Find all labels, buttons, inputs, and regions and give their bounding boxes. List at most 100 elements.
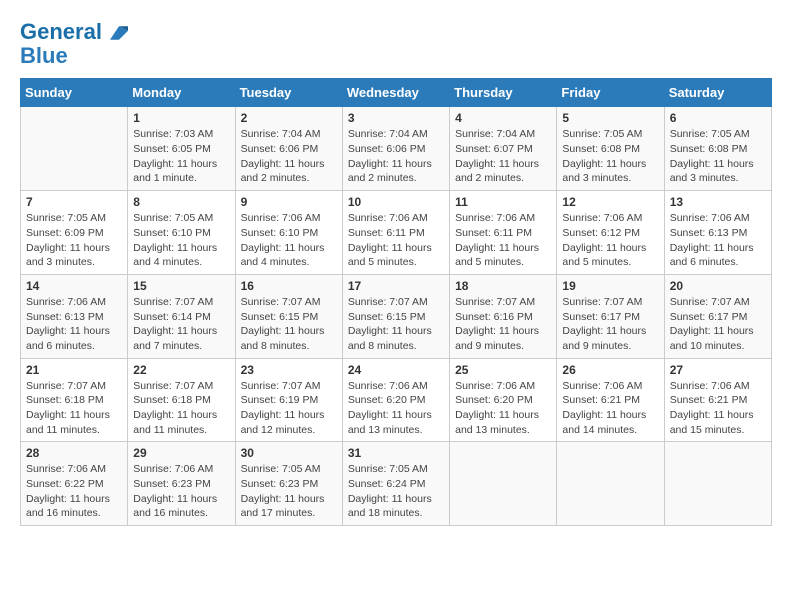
day-number: 14 <box>26 279 122 293</box>
calendar-cell: 11 Sunrise: 7:06 AMSunset: 6:11 PMDayligh… <box>450 191 557 275</box>
calendar-cell: 3 Sunrise: 7:04 AMSunset: 6:06 PMDaylight… <box>342 107 449 191</box>
calendar-cell: 31Sunrise: 7:05 AMSunset: 6:24 PMDayligh… <box>342 442 449 526</box>
logo-general: General <box>20 19 102 44</box>
day-detail: Sunrise: 7:07 AMSunset: 6:18 PMDaylight:… <box>133 379 229 438</box>
day-number: 28 <box>26 446 122 460</box>
day-number: 6 <box>670 111 766 125</box>
calendar-cell: 20 Sunrise: 7:07 AMSunset: 6:17 PMDayligh… <box>664 274 771 358</box>
calendar-cell <box>664 442 771 526</box>
day-number: 3 <box>348 111 444 125</box>
day-number: 10 <box>348 195 444 209</box>
header-day-sunday: Sunday <box>21 79 128 107</box>
logo-text: General <box>20 20 128 44</box>
day-detail: Sunrise: 7:06 AMSunset: 6:11 PMDaylight:… <box>348 211 444 270</box>
calendar-cell: 19 Sunrise: 7:07 AMSunset: 6:17 PMDayligh… <box>557 274 664 358</box>
day-number: 13 <box>670 195 766 209</box>
calendar-cell: 13 Sunrise: 7:06 AMSunset: 6:13 PMDayligh… <box>664 191 771 275</box>
day-number: 11 <box>455 195 551 209</box>
day-detail: Sunrise: 7:06 AMSunset: 6:13 PMDaylight:… <box>670 211 766 270</box>
day-detail: Sunrise: 7:06 AMSunset: 6:10 PMDaylight:… <box>241 211 337 270</box>
day-number: 20 <box>670 279 766 293</box>
calendar-cell: 8 Sunrise: 7:05 AMSunset: 6:10 PMDaylight… <box>128 191 235 275</box>
day-number: 27 <box>670 363 766 377</box>
day-detail: Sunrise: 7:06 AMSunset: 6:23 PMDaylight:… <box>133 462 229 521</box>
day-detail: Sunrise: 7:03 AMSunset: 6:05 PMDaylight:… <box>133 127 229 186</box>
header-day-monday: Monday <box>128 79 235 107</box>
calendar-cell: 22 Sunrise: 7:07 AMSunset: 6:18 PMDayligh… <box>128 358 235 442</box>
day-detail: Sunrise: 7:06 AMSunset: 6:20 PMDaylight:… <box>348 379 444 438</box>
day-number: 15 <box>133 279 229 293</box>
day-number: 8 <box>133 195 229 209</box>
calendar-cell: 29 Sunrise: 7:06 AMSunset: 6:23 PMDayligh… <box>128 442 235 526</box>
day-number: 26 <box>562 363 658 377</box>
day-number: 7 <box>26 195 122 209</box>
day-detail: Sunrise: 7:07 AMSunset: 6:17 PMDaylight:… <box>670 295 766 354</box>
day-number: 4 <box>455 111 551 125</box>
day-number: 19 <box>562 279 658 293</box>
calendar-cell: 25 Sunrise: 7:06 AMSunset: 6:20 PMDayligh… <box>450 358 557 442</box>
header-day-wednesday: Wednesday <box>342 79 449 107</box>
day-detail: Sunrise: 7:04 AMSunset: 6:06 PMDaylight:… <box>241 127 337 186</box>
day-detail: Sunrise: 7:05 AMSunset: 6:08 PMDaylight:… <box>562 127 658 186</box>
calendar-cell: 6 Sunrise: 7:05 AMSunset: 6:08 PMDaylight… <box>664 107 771 191</box>
day-number: 12 <box>562 195 658 209</box>
calendar-cell: 24Sunrise: 7:06 AMSunset: 6:20 PMDayligh… <box>342 358 449 442</box>
calendar-cell <box>21 107 128 191</box>
calendar-cell: 2Sunrise: 7:04 AMSunset: 6:06 PMDaylight… <box>235 107 342 191</box>
calendar-cell <box>557 442 664 526</box>
day-number: 16 <box>241 279 337 293</box>
day-detail: Sunrise: 7:07 AMSunset: 6:17 PMDaylight:… <box>562 295 658 354</box>
day-detail: Sunrise: 7:04 AMSunset: 6:07 PMDaylight:… <box>455 127 551 186</box>
calendar-cell: 15 Sunrise: 7:07 AMSunset: 6:14 PMDayligh… <box>128 274 235 358</box>
header-day-thursday: Thursday <box>450 79 557 107</box>
day-detail: Sunrise: 7:06 AMSunset: 6:11 PMDaylight:… <box>455 211 551 270</box>
day-detail: Sunrise: 7:05 AMSunset: 6:09 PMDaylight:… <box>26 211 122 270</box>
day-detail: Sunrise: 7:06 AMSunset: 6:13 PMDaylight:… <box>26 295 122 354</box>
header-day-friday: Friday <box>557 79 664 107</box>
day-detail: Sunrise: 7:06 AMSunset: 6:12 PMDaylight:… <box>562 211 658 270</box>
day-number: 31 <box>348 446 444 460</box>
day-detail: Sunrise: 7:07 AMSunset: 6:14 PMDaylight:… <box>133 295 229 354</box>
day-detail: Sunrise: 7:07 AMSunset: 6:18 PMDaylight:… <box>26 379 122 438</box>
day-detail: Sunrise: 7:04 AMSunset: 6:06 PMDaylight:… <box>348 127 444 186</box>
day-number: 29 <box>133 446 229 460</box>
calendar-cell <box>450 442 557 526</box>
day-number: 25 <box>455 363 551 377</box>
calendar-cell: 17Sunrise: 7:07 AMSunset: 6:15 PMDayligh… <box>342 274 449 358</box>
day-number: 23 <box>241 363 337 377</box>
calendar-cell: 28 Sunrise: 7:06 AMSunset: 6:22 PMDayligh… <box>21 442 128 526</box>
calendar-cell: 7 Sunrise: 7:05 AMSunset: 6:09 PMDaylight… <box>21 191 128 275</box>
day-detail: Sunrise: 7:05 AMSunset: 6:23 PMDaylight:… <box>241 462 337 521</box>
day-number: 21 <box>26 363 122 377</box>
day-detail: Sunrise: 7:06 AMSunset: 6:20 PMDaylight:… <box>455 379 551 438</box>
calendar-cell: 26Sunrise: 7:06 AMSunset: 6:21 PMDayligh… <box>557 358 664 442</box>
day-number: 22 <box>133 363 229 377</box>
day-detail: Sunrise: 7:07 AMSunset: 6:16 PMDaylight:… <box>455 295 551 354</box>
day-detail: Sunrise: 7:07 AMSunset: 6:15 PMDaylight:… <box>348 295 444 354</box>
header-day-tuesday: Tuesday <box>235 79 342 107</box>
day-detail: Sunrise: 7:05 AMSunset: 6:10 PMDaylight:… <box>133 211 229 270</box>
calendar-cell: 16Sunrise: 7:07 AMSunset: 6:15 PMDayligh… <box>235 274 342 358</box>
day-number: 1 <box>133 111 229 125</box>
calendar-cell: 4 Sunrise: 7:04 AMSunset: 6:07 PMDaylight… <box>450 107 557 191</box>
calendar-table: SundayMondayTuesdayWednesdayThursdayFrid… <box>20 78 772 526</box>
calendar-cell: 18 Sunrise: 7:07 AMSunset: 6:16 PMDayligh… <box>450 274 557 358</box>
calendar-cell: 21 Sunrise: 7:07 AMSunset: 6:18 PMDayligh… <box>21 358 128 442</box>
calendar-cell: 14 Sunrise: 7:06 AMSunset: 6:13 PMDayligh… <box>21 274 128 358</box>
day-detail: Sunrise: 7:07 AMSunset: 6:19 PMDaylight:… <box>241 379 337 438</box>
logo: General Blue <box>20 20 128 68</box>
day-number: 9 <box>241 195 337 209</box>
day-number: 5 <box>562 111 658 125</box>
calendar-cell: 12 Sunrise: 7:06 AMSunset: 6:12 PMDayligh… <box>557 191 664 275</box>
day-number: 18 <box>455 279 551 293</box>
calendar-cell: 5 Sunrise: 7:05 AMSunset: 6:08 PMDaylight… <box>557 107 664 191</box>
logo-blue: Blue <box>20 44 68 68</box>
day-detail: Sunrise: 7:05 AMSunset: 6:08 PMDaylight:… <box>670 127 766 186</box>
calendar-cell: 9 Sunrise: 7:06 AMSunset: 6:10 PMDaylight… <box>235 191 342 275</box>
day-number: 30 <box>241 446 337 460</box>
week-row-1: 1 Sunrise: 7:03 AMSunset: 6:05 PMDaylight… <box>21 107 772 191</box>
logo-icon <box>110 26 128 40</box>
calendar-cell: 23 Sunrise: 7:07 AMSunset: 6:19 PMDayligh… <box>235 358 342 442</box>
calendar-cell: 30 Sunrise: 7:05 AMSunset: 6:23 PMDayligh… <box>235 442 342 526</box>
day-detail: Sunrise: 7:06 AMSunset: 6:22 PMDaylight:… <box>26 462 122 521</box>
